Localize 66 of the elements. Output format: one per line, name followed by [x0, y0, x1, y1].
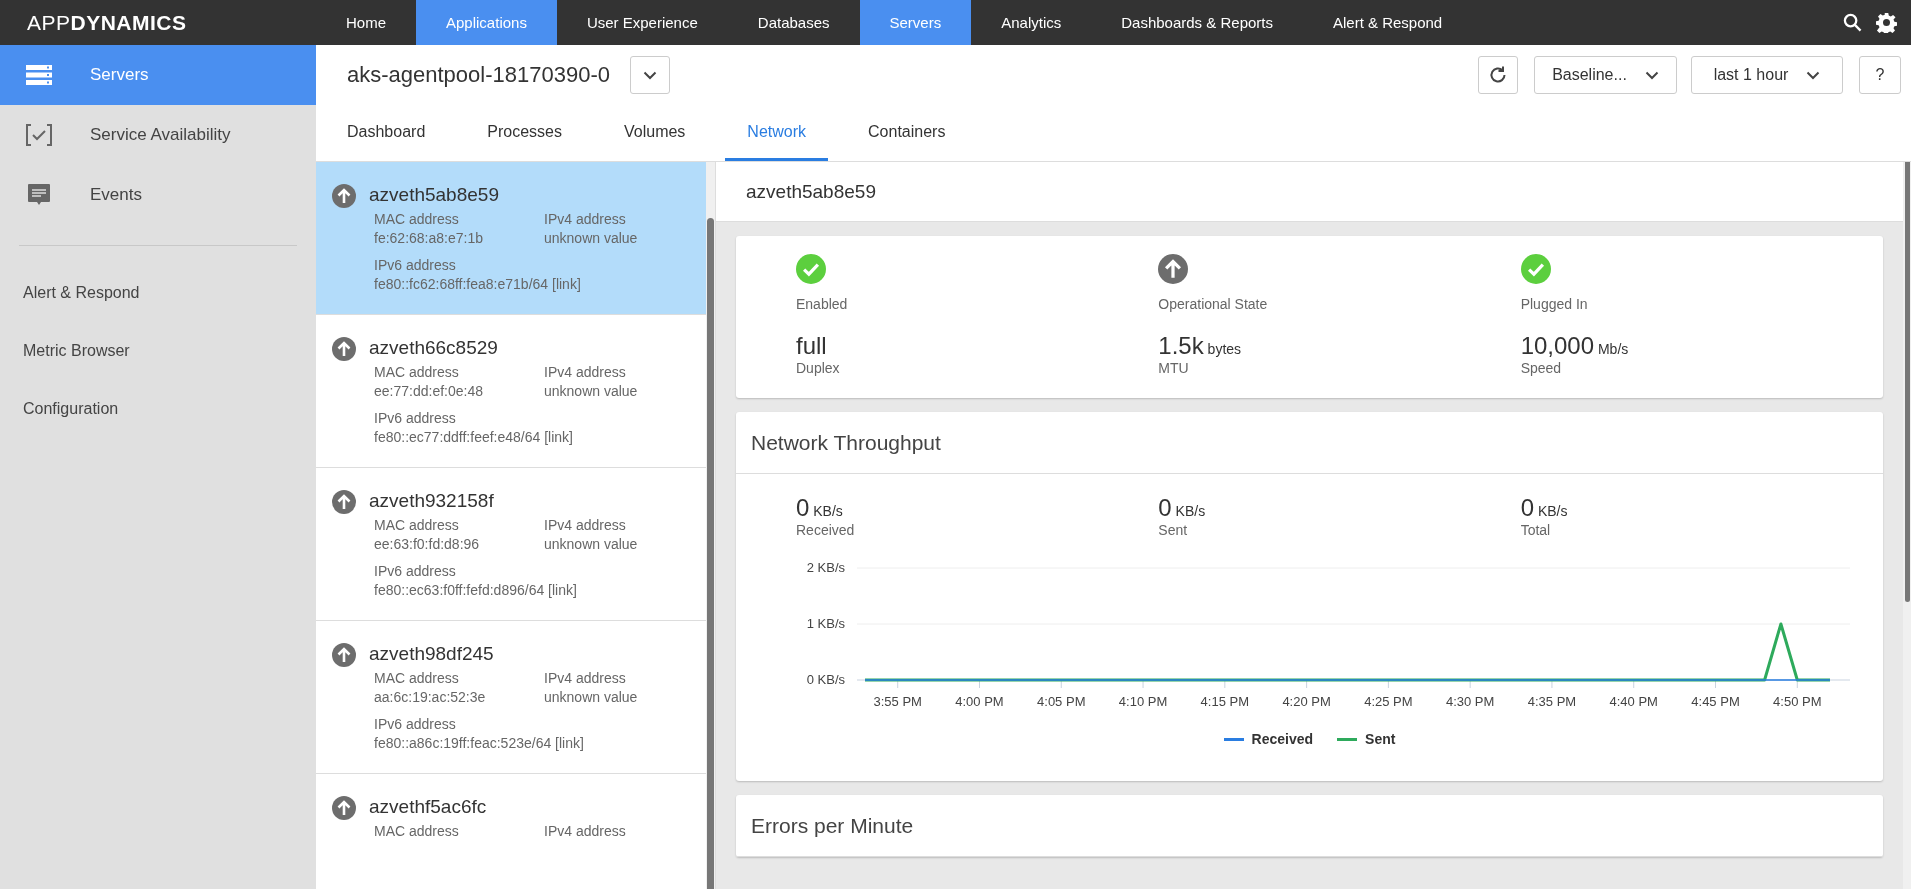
stat-label: Speed — [1520, 360, 1563, 376]
interface-name: azveth5ab8e59 — [369, 184, 500, 206]
x-tick-label: 4:25 PM — [1363, 694, 1413, 709]
field-value: aa:6c:19:ac:52:3e — [374, 688, 487, 707]
field-value: fe:62:68:a8:e7:1b — [374, 229, 484, 248]
field-value: unknown value — [544, 535, 638, 554]
field-label: IPv6 address — [374, 715, 457, 734]
x-tick-label: 4:00 PM — [954, 694, 1004, 709]
status-label: Enabled — [796, 296, 848, 312]
field-label: MAC address — [374, 669, 460, 688]
stat-label: Total — [1520, 522, 1552, 538]
field-value: unknown value — [544, 229, 638, 248]
x-tick-label: 4:35 PM — [1527, 694, 1576, 709]
interface-name: azveth66c8529 — [369, 337, 499, 359]
stat-value: 0 KB/s — [1520, 494, 1569, 522]
stat-value: 0 KB/s — [796, 494, 844, 522]
field-value: fe80::a86c:19ff:feac:523e/64 [link] — [374, 734, 585, 753]
field-label: IPv4 address — [544, 363, 627, 382]
field-value: fe80::ec63:f0ff:fefd:d896/64 [link] — [374, 581, 578, 600]
x-tick-label: 4:05 PM — [1036, 694, 1085, 709]
field-label: IPv4 address — [544, 822, 626, 841]
status-label: Operational State — [1158, 296, 1268, 312]
x-tick-label: 4:30 PM — [1445, 694, 1494, 709]
field-label: MAC address — [374, 210, 460, 229]
x-tick-label: 4:40 PM — [1609, 694, 1658, 709]
field-label: IPv4 address — [544, 669, 627, 688]
stat-value: 1.5k bytes — [1158, 332, 1243, 360]
interface-title: azveth5ab8e59 — [716, 162, 1903, 222]
card-title: Errors per Minute — [736, 795, 1883, 857]
field-value: ee:63:f0:fd:d8:96 — [374, 535, 481, 554]
field-label: MAC address — [374, 822, 460, 841]
y-tick-label: 0 KB/s — [806, 672, 845, 687]
x-tick-label: 4:15 PM — [1200, 694, 1249, 709]
field-label: IPv4 address — [544, 516, 627, 535]
app-logo: APPDYNAMICS — [26, 9, 188, 36]
field-value: ee:77:dd:ef:0e:48 — [374, 382, 484, 401]
field-value: fe80::ec77:ddff:feef:e48/64 [link] — [374, 428, 574, 447]
stat-label: Duplex — [796, 360, 841, 376]
stat-value: 0 KB/s — [1158, 494, 1207, 522]
y-tick-label: 2 KB/s — [806, 560, 845, 575]
field-value: unknown value — [544, 688, 638, 707]
field-value: unknown value — [544, 382, 638, 401]
stat-value: full — [796, 332, 828, 360]
y-tick-label: 1 KB/s — [806, 616, 845, 631]
field-label: MAC address — [374, 516, 460, 535]
x-tick-label: 4:10 PM — [1118, 694, 1167, 709]
field-label: MAC address — [374, 363, 460, 382]
x-tick-label: 4:45 PM — [1690, 694, 1740, 709]
field-label: IPv6 address — [374, 409, 457, 428]
interface-name: azveth98df245 — [369, 643, 495, 665]
stat-label: MTU — [1158, 360, 1190, 376]
x-tick-label: 4:50 PM — [1772, 694, 1821, 709]
status-label: Plugged In — [1520, 296, 1588, 312]
stat-value: 10,000 Mb/s — [1520, 332, 1630, 360]
stat-label: Sent — [1158, 522, 1189, 538]
x-tick-label: 4:20 PM — [1281, 694, 1331, 709]
field-label: IPv6 address — [374, 256, 457, 275]
field-label: IPv4 address — [544, 210, 627, 229]
x-tick-label: 3:55 PM — [873, 694, 922, 709]
server-title: aks-agentpool-18170390-0 — [347, 62, 610, 88]
interface-name: azvethf5ac6fc — [369, 796, 488, 818]
field-label: IPv6 address — [374, 562, 457, 581]
stat-label: Received — [796, 522, 856, 538]
card-title: Network Throughput — [736, 412, 1883, 474]
field-value: fe80::fc62:68ff:fea8:e71b/64 [link] — [374, 275, 582, 294]
interface-name: azveth932158f — [369, 490, 495, 512]
